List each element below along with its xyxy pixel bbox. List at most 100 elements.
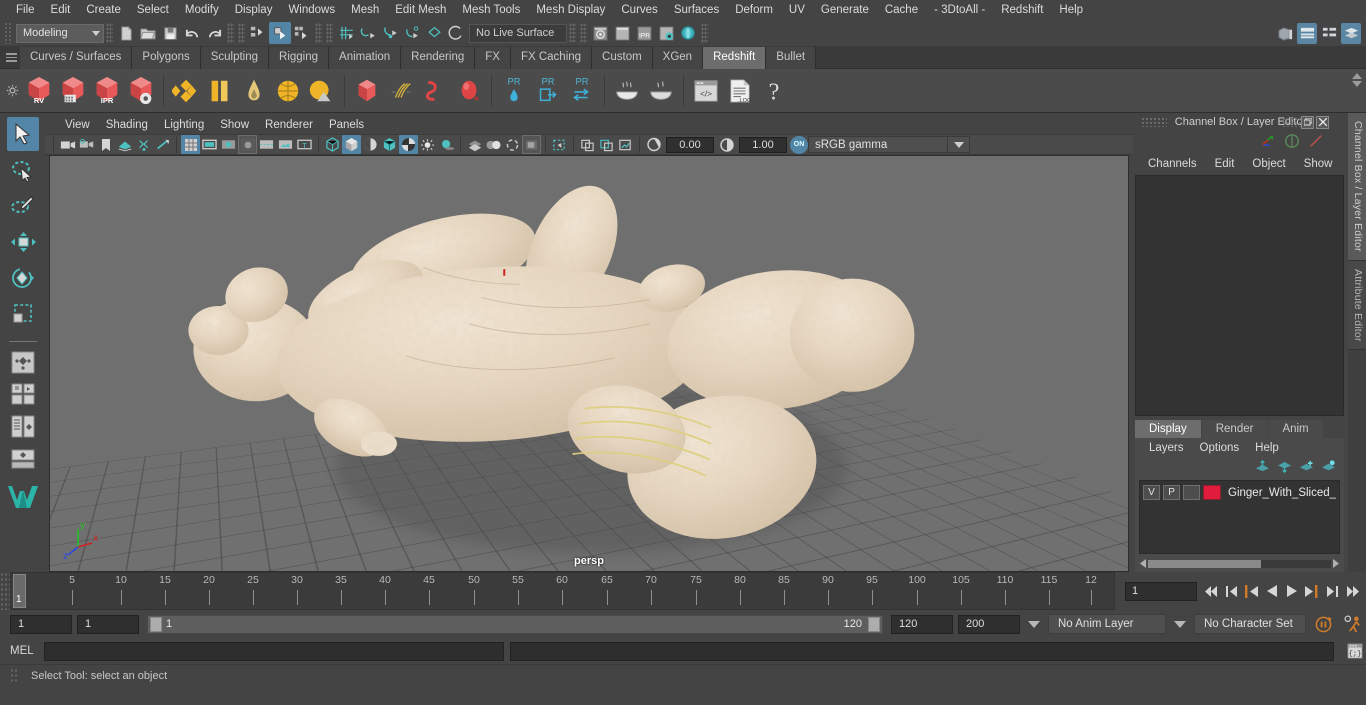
shelf-tab-curves-surfaces[interactable]: Curves / Surfaces bbox=[20, 46, 133, 69]
undo-icon[interactable] bbox=[181, 22, 203, 44]
color-management-toggle[interactable]: ON bbox=[790, 135, 808, 154]
move-layer-down-icon[interactable] bbox=[1277, 460, 1292, 476]
layer-row[interactable]: V P Ginger_With_Sliced_Pa bbox=[1143, 484, 1336, 501]
panel-grip-left[interactable] bbox=[1141, 117, 1167, 127]
redshift-hair-icon[interactable] bbox=[384, 71, 418, 111]
menu-item-edit[interactable]: Edit bbox=[43, 0, 79, 20]
shelf-scroll-up-icon[interactable] bbox=[1352, 73, 1362, 79]
two-sided-lighting-icon[interactable] bbox=[134, 135, 153, 154]
shelf-tab-custom[interactable]: Custom bbox=[592, 46, 653, 69]
menu-item-curves[interactable]: Curves bbox=[613, 0, 665, 20]
layer-scroll-track[interactable] bbox=[1148, 559, 1331, 568]
xray-joints-icon[interactable] bbox=[578, 135, 597, 154]
snap-to-grid-icon[interactable] bbox=[335, 22, 357, 44]
paint-select-tool[interactable] bbox=[7, 189, 39, 223]
create-layer-from-selected-icon[interactable] bbox=[1321, 460, 1336, 476]
scale-tool[interactable] bbox=[7, 297, 39, 331]
menu-item-cache[interactable]: Cache bbox=[877, 0, 926, 20]
redshift-render-settings-icon[interactable] bbox=[124, 71, 158, 111]
redshift-render-sequence-icon[interactable] bbox=[56, 71, 90, 111]
playback-start-field[interactable]: 1 bbox=[77, 614, 139, 634]
viewport-menu-renderer[interactable]: Renderer bbox=[257, 118, 321, 132]
shelf-scroll-down-icon[interactable] bbox=[1352, 81, 1362, 87]
animation-end-field[interactable]: 200 bbox=[958, 614, 1020, 634]
layer-name[interactable]: Ginger_With_Sliced_Pa bbox=[1224, 487, 1336, 499]
shelf-tab-animation[interactable]: Animation bbox=[329, 46, 402, 69]
menu-item-windows[interactable]: Windows bbox=[280, 0, 343, 20]
isolate-select-icon[interactable] bbox=[522, 135, 541, 154]
range-slider-bar[interactable]: 1 120 bbox=[147, 614, 883, 634]
channel-box-content[interactable] bbox=[1135, 175, 1344, 416]
safe-action-icon[interactable] bbox=[276, 135, 295, 154]
select-by-component-icon[interactable] bbox=[291, 22, 313, 44]
menu-item-mesh[interactable]: Mesh bbox=[343, 0, 387, 20]
create-new-layer-icon[interactable] bbox=[1299, 460, 1314, 476]
play-backwards-icon[interactable] bbox=[1263, 581, 1280, 601]
gate-mask-icon[interactable] bbox=[238, 135, 257, 154]
play-forwards-icon[interactable] bbox=[1283, 581, 1300, 601]
time-slider-grip[interactable] bbox=[0, 572, 10, 610]
lighting-icon[interactable] bbox=[153, 135, 172, 154]
color-space-chevron-down-icon[interactable] bbox=[948, 136, 970, 153]
show-hide-tool-settings-icon[interactable] bbox=[1319, 23, 1339, 44]
step-back-frame-icon[interactable] bbox=[1243, 581, 1260, 601]
redshift-log-icon[interactable]: .LOG bbox=[723, 71, 757, 111]
shadows-icon[interactable] bbox=[437, 135, 456, 154]
viewport-menu-lighting[interactable]: Lighting bbox=[156, 118, 212, 132]
layer-list-scrollbar[interactable] bbox=[1139, 558, 1340, 569]
menu-item-redshift[interactable]: Redshift bbox=[993, 0, 1051, 20]
shelf-tab-fx[interactable]: FX bbox=[475, 46, 511, 69]
redo-icon[interactable] bbox=[203, 22, 225, 44]
menu-item-uv[interactable]: UV bbox=[781, 0, 813, 20]
outliner-persp-layout[interactable] bbox=[7, 412, 39, 442]
restore-window-icon[interactable] bbox=[1301, 115, 1314, 129]
show-hide-attribute-editor-icon[interactable] bbox=[1297, 22, 1317, 44]
redshift-proxy-icon[interactable] bbox=[350, 71, 384, 111]
output-channels-icon[interactable] bbox=[1284, 133, 1300, 152]
channel-box-menu-show[interactable]: Show bbox=[1295, 157, 1342, 171]
layer-menu-options[interactable]: Options bbox=[1192, 441, 1248, 455]
layer-scroll-right-icon[interactable] bbox=[1331, 559, 1340, 568]
viewport-menu-view[interactable]: View bbox=[57, 118, 98, 132]
menu-item-file[interactable]: File bbox=[8, 0, 43, 20]
redshift-script-icon[interactable]: </> bbox=[689, 71, 723, 111]
open-scene-icon[interactable] bbox=[137, 22, 159, 44]
gamma-icon[interactable] bbox=[717, 135, 736, 154]
image-plane-icon[interactable] bbox=[115, 135, 134, 154]
layer-menu-help[interactable]: Help bbox=[1247, 441, 1287, 455]
mel-command-input[interactable] bbox=[44, 641, 504, 661]
redshift-incandescent-icon[interactable] bbox=[237, 71, 271, 111]
script-editor-icon[interactable]: {;} bbox=[1344, 641, 1366, 661]
multisample-icon[interactable] bbox=[503, 135, 522, 154]
character-set-selector[interactable]: No Character Set bbox=[1194, 614, 1306, 634]
current-time-indicator[interactable]: 1 bbox=[13, 574, 26, 608]
character-set-chevron-down-icon[interactable] bbox=[1171, 615, 1189, 633]
layer-menu-layers[interactable]: Layers bbox=[1141, 441, 1192, 455]
shelf-options-gear-icon[interactable] bbox=[2, 71, 22, 111]
shelf-tab-polygons[interactable]: Polygons bbox=[132, 46, 201, 69]
hypergraph-persp-layout[interactable] bbox=[7, 444, 39, 474]
step-forward-frame-icon[interactable] bbox=[1303, 581, 1320, 601]
redshift-bake-set-icon[interactable] bbox=[644, 71, 678, 111]
menu-item-edit-mesh[interactable]: Edit Mesh bbox=[387, 0, 454, 20]
flat-shade-icon[interactable] bbox=[361, 135, 380, 154]
text-overlay-icon[interactable]: T bbox=[295, 135, 314, 154]
shelf-menu-icon[interactable] bbox=[2, 48, 20, 68]
grid-toggle-icon[interactable] bbox=[181, 135, 200, 154]
select-by-hierarchy-icon[interactable] bbox=[247, 22, 269, 44]
animation-preferences-icon[interactable] bbox=[1340, 614, 1366, 634]
redshift-render-view-icon[interactable]: RV bbox=[22, 71, 56, 111]
smooth-shade-all-icon[interactable] bbox=[342, 135, 361, 154]
xray-icon[interactable] bbox=[550, 135, 569, 154]
snap-to-point-icon[interactable] bbox=[379, 22, 401, 44]
layer-list[interactable]: V P Ginger_With_Sliced_Pa bbox=[1139, 480, 1340, 554]
menu-item-display[interactable]: Display bbox=[227, 0, 281, 20]
textured-icon[interactable] bbox=[399, 135, 418, 154]
playback-end-field[interactable]: 120 bbox=[891, 614, 953, 634]
viewport-menu-show[interactable]: Show bbox=[212, 118, 257, 132]
select-by-object-icon[interactable] bbox=[269, 22, 291, 44]
menu-item-surfaces[interactable]: Surfaces bbox=[666, 0, 727, 20]
shelf-tab-xgen[interactable]: XGen bbox=[652, 46, 704, 69]
layer-shading-toggle[interactable] bbox=[1183, 485, 1201, 500]
transform-channels-icon[interactable] bbox=[1260, 134, 1276, 151]
